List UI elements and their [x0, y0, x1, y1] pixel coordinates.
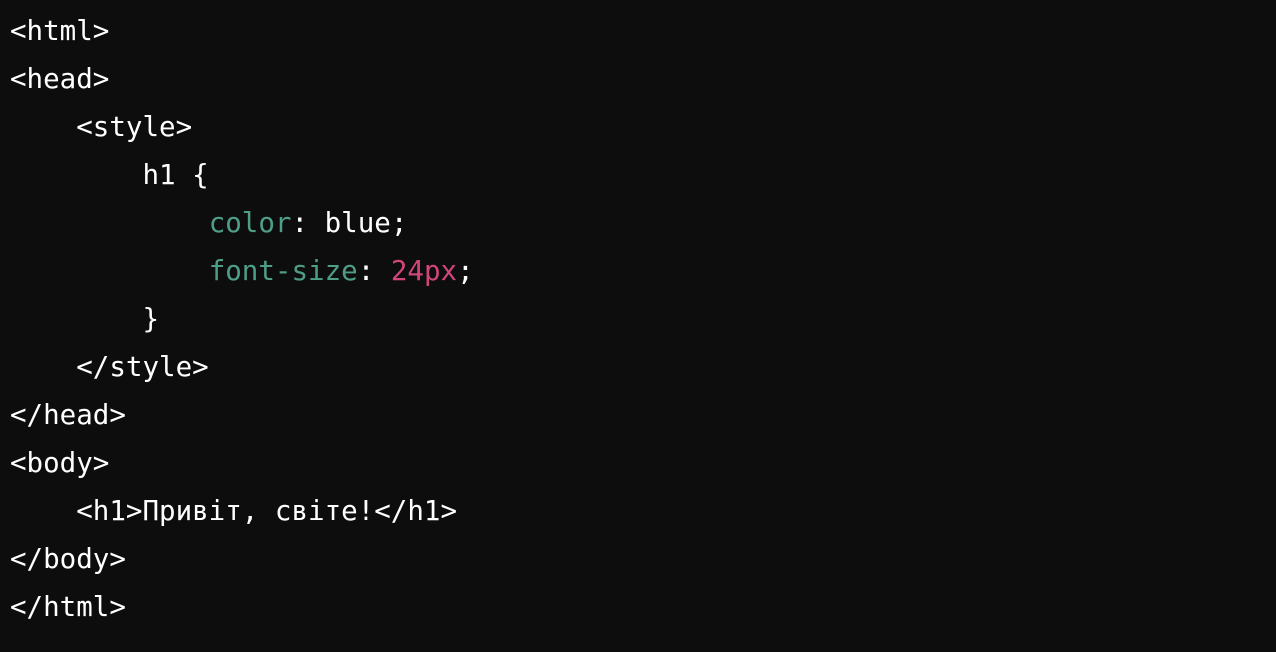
code-line-7: }: [10, 295, 1276, 343]
css-colon: :: [357, 255, 391, 287]
code-line-2: <head>: [10, 55, 1276, 103]
code-text: <h1>Привіт, світе!</h1>: [10, 495, 458, 527]
code-line-1: <html>: [10, 7, 1276, 55]
css-number: 24px: [390, 255, 458, 287]
code-line-8: </style>: [10, 343, 1276, 391]
css-property: color: [208, 207, 292, 239]
code-text: </head>: [10, 399, 126, 431]
code-text: </body>: [10, 543, 126, 575]
css-semicolon: ;: [457, 255, 474, 287]
code-text: }: [10, 303, 160, 335]
code-line-13: </html>: [10, 583, 1276, 631]
code-line-10: <body>: [10, 439, 1276, 487]
code-line-11: <h1>Привіт, світе!</h1>: [10, 487, 1276, 535]
code-text: <head>: [10, 63, 110, 95]
css-property: font-size: [208, 255, 358, 287]
code-text: </style>: [10, 351, 209, 383]
code-line-5: color: blue;: [10, 199, 1276, 247]
code-line-3: <style>: [10, 103, 1276, 151]
code-line-9: </head>: [10, 391, 1276, 439]
code-text: h1 {: [10, 159, 209, 191]
css-value: : blue;: [291, 207, 408, 239]
code-text: <body>: [10, 447, 110, 479]
code-text: </html>: [10, 591, 126, 623]
code-line-6: font-size: 24px;: [10, 247, 1276, 295]
code-text: <html>: [10, 15, 110, 47]
code-view: <html> <head> <style> h1 { color: blue; …: [0, 0, 1276, 652]
code-line-12: </body>: [10, 535, 1276, 583]
code-text: <style>: [10, 111, 193, 143]
code-line-4: h1 {: [10, 151, 1276, 199]
